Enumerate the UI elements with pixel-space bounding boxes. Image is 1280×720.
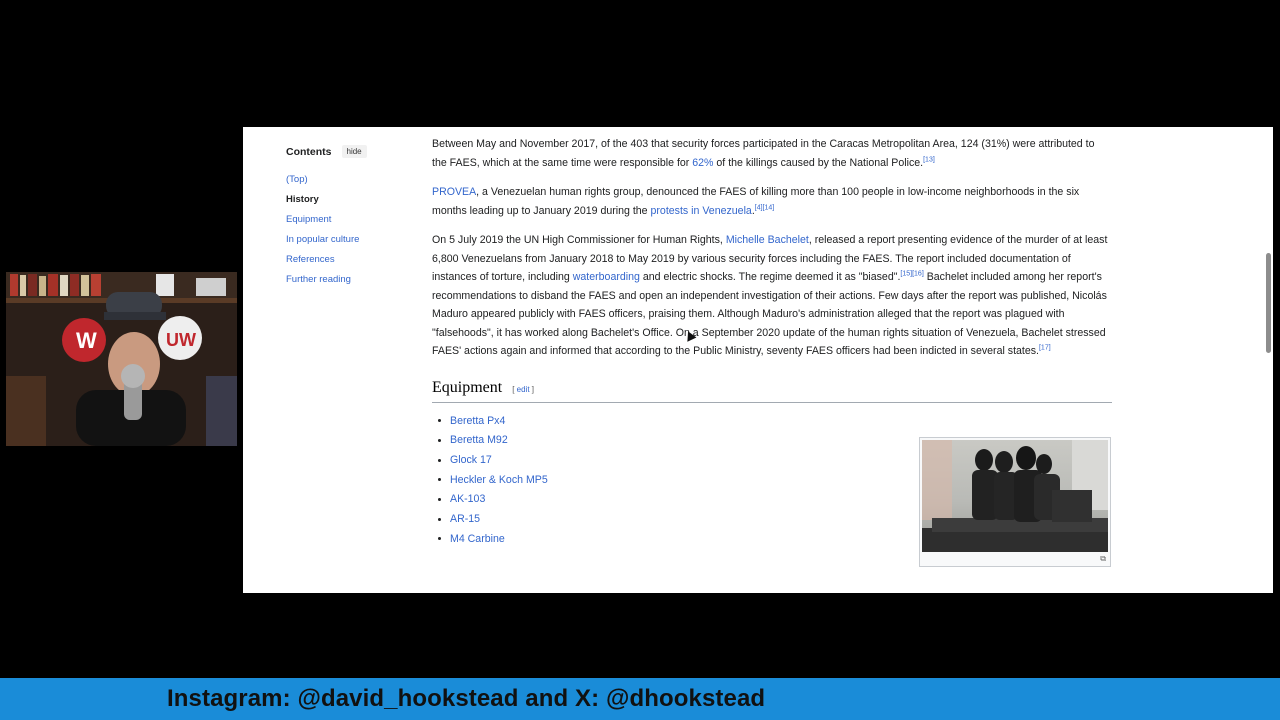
p3-text-d: Bachelet included among her report's rec… bbox=[432, 271, 1107, 357]
photo-illustration bbox=[922, 440, 1108, 552]
list-item: Beretta Px4 bbox=[438, 411, 1112, 431]
citation-4-14[interactable]: [4][14] bbox=[755, 204, 774, 211]
paragraph-1: Between May and November 2017, of the 40… bbox=[432, 135, 1112, 172]
svg-text:W: W bbox=[76, 328, 97, 353]
link-ak-103[interactable]: AK-103 bbox=[450, 490, 485, 509]
table-of-contents: Contents hide (Top) History Equipment In… bbox=[286, 145, 426, 290]
faes-officers-photo[interactable] bbox=[922, 440, 1108, 552]
magnify-icon[interactable]: ⧉ bbox=[1100, 554, 1106, 564]
bullet-icon bbox=[438, 537, 441, 541]
edit-link[interactable]: edit bbox=[517, 385, 530, 394]
paragraph-2: PROVEA, a Venezuelan human rights group,… bbox=[432, 183, 1112, 220]
p3-text-c: and electric shocks. The regime deemed i… bbox=[639, 271, 901, 283]
citation-15-16[interactable]: [15][16] bbox=[900, 270, 923, 277]
scrollbar[interactable] bbox=[1266, 253, 1271, 353]
bullet-icon bbox=[438, 458, 441, 462]
equipment-section-header: Equipment [ edit ] bbox=[432, 378, 1112, 403]
p1-text-b: of the killings caused by the National P… bbox=[713, 156, 924, 169]
bullet-icon bbox=[438, 419, 441, 423]
equipment-heading: Equipment bbox=[432, 378, 503, 396]
link-heckler-koch-mp5[interactable]: Heckler & Koch MP5 bbox=[450, 471, 548, 490]
citation-17[interactable]: [17] bbox=[1039, 344, 1051, 351]
svg-text:UW: UW bbox=[166, 330, 196, 350]
bullet-icon bbox=[438, 517, 441, 521]
wikipedia-page: Contents hide (Top) History Equipment In… bbox=[243, 127, 1273, 593]
toc-item-history[interactable]: History bbox=[286, 190, 426, 210]
toc-item-further-reading[interactable]: Further reading bbox=[286, 270, 426, 290]
toc-item-equipment[interactable]: Equipment bbox=[286, 210, 426, 230]
link-waterboarding[interactable]: waterboarding bbox=[573, 271, 640, 283]
toc-item-in-popular-culture[interactable]: In popular culture bbox=[286, 230, 426, 250]
link-beretta-m92[interactable]: Beretta M92 bbox=[450, 431, 508, 450]
bullet-icon bbox=[438, 498, 441, 502]
link-michelle-bachelet[interactable]: Michelle Bachelet bbox=[726, 234, 809, 246]
link-ar-15[interactable]: AR-15 bbox=[450, 510, 480, 529]
social-banner: Instagram: @david_hookstead and X: @dhoo… bbox=[0, 678, 1280, 720]
toc-title: Contents bbox=[286, 145, 332, 158]
equipment-thumbnail[interactable]: ⧉ bbox=[919, 437, 1111, 567]
p2-text-a: , a Venezuelan human rights group, denou… bbox=[432, 186, 1080, 217]
link-62-percent[interactable]: 62% bbox=[692, 157, 713, 169]
toc-item-top[interactable]: (Top) bbox=[286, 170, 426, 190]
bullet-icon bbox=[438, 478, 441, 482]
toc-hide-button[interactable]: hide bbox=[341, 145, 367, 158]
citation-13[interactable]: [13] bbox=[923, 156, 935, 163]
link-provea[interactable]: PROVEA bbox=[432, 186, 476, 198]
link-m4-carbine[interactable]: M4 Carbine bbox=[450, 530, 505, 549]
toc-item-references[interactable]: References bbox=[286, 250, 426, 270]
bullet-icon bbox=[438, 439, 441, 443]
link-protests-in-venezuela[interactable]: protests in Venezuela bbox=[651, 205, 752, 217]
section-edit: [ edit ] bbox=[512, 381, 534, 400]
paragraph-3: On 5 July 2019 the UN High Commissioner … bbox=[432, 231, 1112, 361]
webcam-overlay: W UW bbox=[6, 272, 237, 446]
edit-bracket-close: ] bbox=[529, 384, 535, 394]
p3-text-a: On 5 July 2019 the UN High Commissioner … bbox=[432, 234, 726, 246]
banner-text: Instagram: @david_hookstead and X: @dhoo… bbox=[167, 685, 766, 712]
webcam-video: W UW bbox=[6, 272, 237, 446]
link-beretta-px4[interactable]: Beretta Px4 bbox=[450, 412, 505, 431]
link-glock-17[interactable]: Glock 17 bbox=[450, 451, 492, 470]
